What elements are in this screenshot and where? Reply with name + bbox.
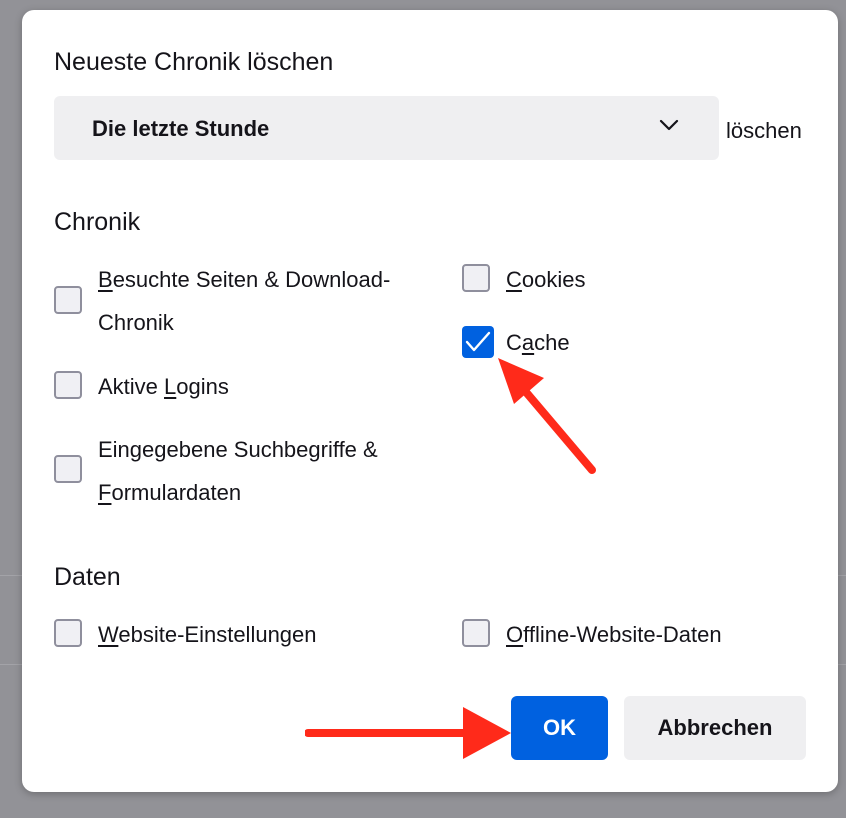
dialog-title: Neueste Chronik löschen — [54, 48, 334, 76]
annotation-arrow-icon — [498, 358, 596, 474]
time-range-suffix: löschen — [726, 118, 802, 143]
site-settings-checkbox[interactable] — [54, 619, 82, 647]
time-range-selected: Die letzte Stunde — [92, 116, 270, 141]
browsing-history-checkbox[interactable] — [54, 286, 82, 314]
annotation-arrow-icon — [305, 707, 511, 759]
history-section-heading: Chronik — [54, 208, 141, 236]
form-search-history-label[interactable]: Eingegebene Suchbegriffe & Formulardaten — [98, 428, 378, 514]
active-logins-checkbox[interactable] — [54, 371, 82, 399]
access-key: L — [164, 374, 177, 399]
chevron-down-icon — [659, 119, 679, 131]
access-key: O — [506, 622, 524, 647]
cookies-label[interactable]: Cookies — [506, 258, 585, 301]
checkmark-icon — [465, 331, 491, 352]
offline-data-checkbox[interactable] — [462, 619, 490, 647]
form-search-history-checkbox[interactable] — [54, 455, 82, 483]
site-settings-label[interactable]: Website-Einstellungen — [98, 613, 317, 656]
offline-data-label[interactable]: Offline-Website-Daten — [506, 613, 722, 656]
access-key: B — [98, 267, 113, 292]
access-key: F — [98, 480, 112, 505]
ok-button[interactable]: OK — [511, 696, 608, 760]
time-range-dropdown[interactable]: Die letzte Stunde — [54, 96, 719, 160]
browsing-history-label[interactable]: Besuchte Seiten & Download- Chronik — [98, 258, 390, 344]
access-key: C — [506, 267, 522, 292]
data-section-heading: Daten — [54, 563, 121, 591]
active-logins-label[interactable]: Aktive Logins — [98, 365, 229, 408]
access-key: W — [98, 622, 119, 647]
clear-history-dialog: Neueste Chronik löschen Die letzte Stund… — [22, 10, 838, 792]
cookies-checkbox[interactable] — [462, 264, 490, 292]
cancel-button[interactable]: Abbrechen — [624, 696, 806, 760]
